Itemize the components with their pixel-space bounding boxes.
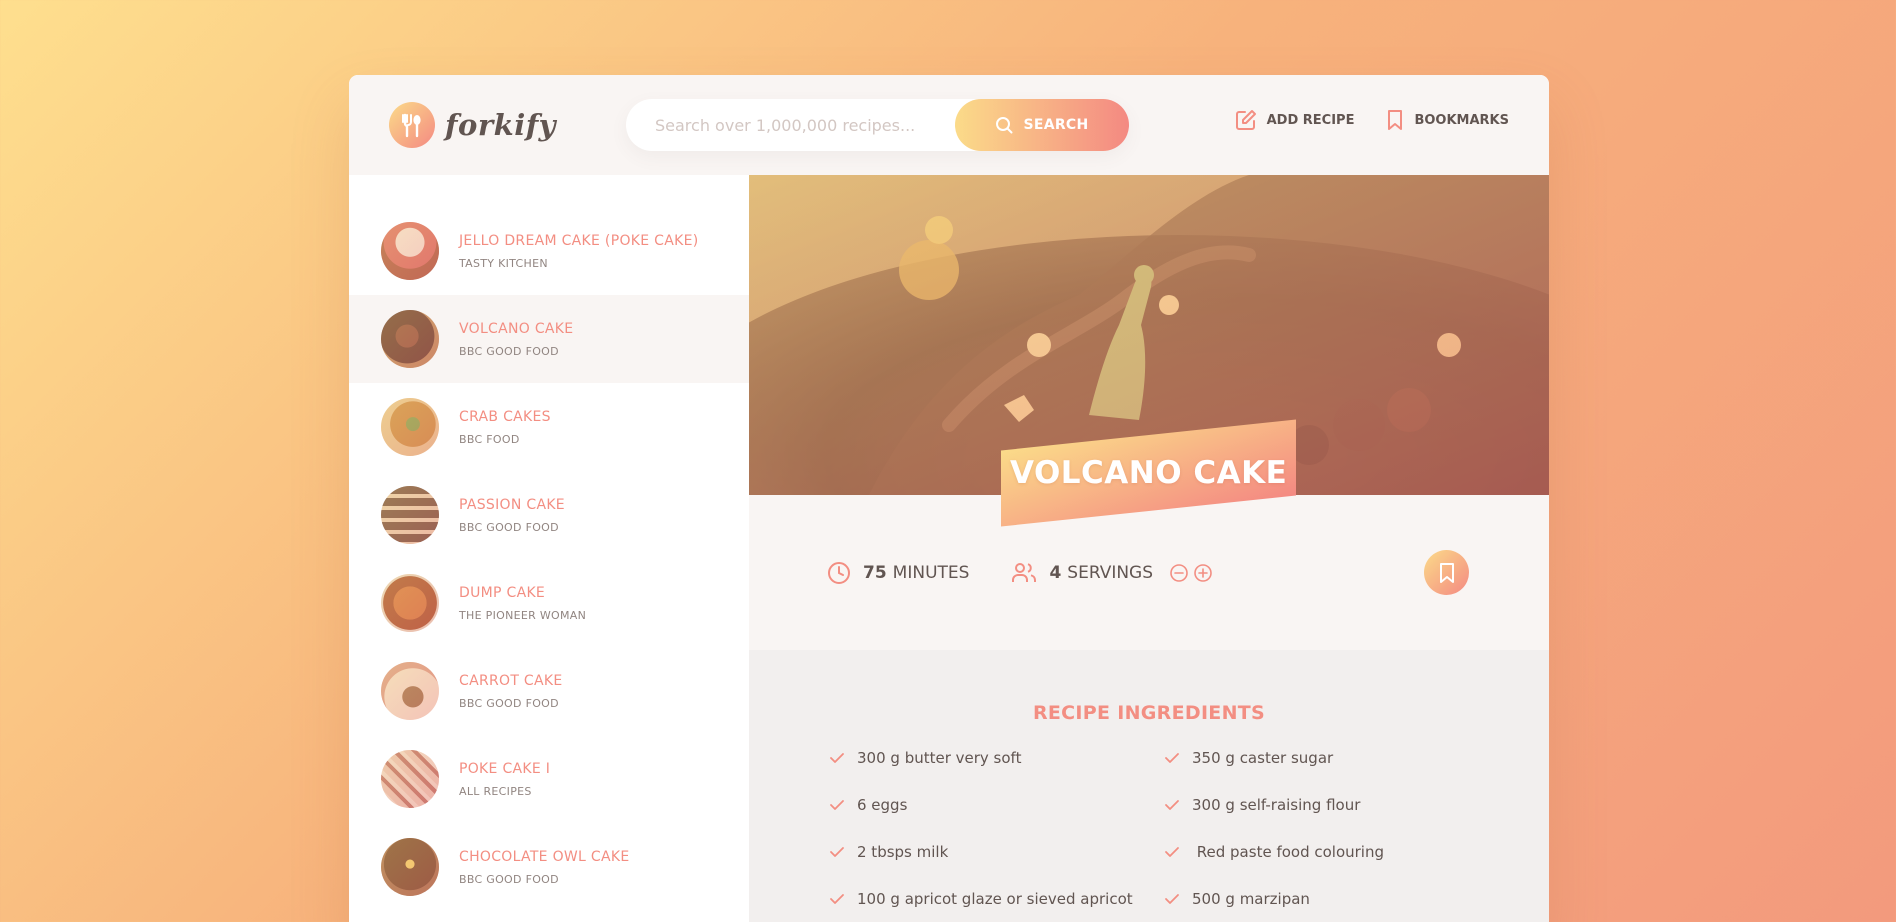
result-publisher: BBC GOOD FOOD: [459, 520, 559, 534]
recipe-thumbnail: [381, 310, 439, 368]
ingredient-item: 100 g apricot glaze or sieved apricot: [829, 889, 1164, 908]
ingredient-text: 100 g apricot glaze or sieved apricot: [857, 889, 1133, 908]
recipe-thumbnail: [381, 750, 439, 808]
result-item[interactable]: CARROT CAKE BBC GOOD FOOD: [349, 647, 749, 735]
ingredient-item: 2 tbsps milk: [829, 842, 1164, 861]
logo[interactable]: forkify: [389, 102, 556, 148]
search-icon: [996, 117, 1013, 134]
result-title: VOLCANO CAKE: [459, 320, 574, 337]
result-publisher: BBC GOOD FOOD: [459, 344, 559, 358]
ingredient-text: 300 g self-raising flour: [1192, 795, 1361, 814]
servings: 4 SERVINGS: [1011, 561, 1153, 585]
check-icon: [1165, 752, 1179, 763]
recipe-thumbnail: [381, 486, 439, 544]
result-publisher: BBC FOOD: [459, 432, 520, 446]
check-icon: [1165, 846, 1179, 857]
ingredient-item: 300 g butter very soft: [829, 748, 1164, 767]
ingredient-text: 500 g marzipan: [1192, 889, 1310, 908]
result-publisher: BBC GOOD FOOD: [459, 696, 559, 710]
bookmarks-button[interactable]: BOOKMARKS: [1386, 109, 1509, 131]
add-recipe-button[interactable]: ADD RECIPE: [1235, 109, 1355, 131]
check-icon: [830, 846, 844, 857]
logo-text: forkify: [445, 108, 557, 142]
result-item[interactable]: POKE CAKE I ALL RECIPES: [349, 735, 749, 823]
result-title: CARROT CAKE: [459, 672, 563, 689]
minutes-label: MINUTES: [892, 562, 970, 583]
check-icon: [830, 752, 844, 763]
recipe-thumbnail: [381, 574, 439, 632]
result-publisher: TASTY KITCHEN: [459, 256, 548, 270]
ingredient-item: 350 g caster sugar: [1164, 748, 1479, 767]
minutes-value: 75: [863, 562, 887, 583]
search-input[interactable]: [626, 115, 955, 135]
servings-label: SERVINGS: [1067, 562, 1154, 583]
result-item[interactable]: JELLO DREAM CAKE (POKE CAKE) TASTY KITCHE…: [349, 207, 749, 295]
ingredient-item: 300 g self-raising flour: [1164, 795, 1479, 814]
result-title: POKE CAKE I: [459, 760, 551, 777]
ingredient-text: 6 eggs: [857, 795, 908, 814]
result-title: CHOCOLATE OWL CAKE: [459, 848, 630, 865]
ingredient-text: 350 g caster sugar: [1192, 748, 1334, 767]
recipe-thumbnail: [381, 222, 439, 280]
ingredient-item: 6 eggs: [829, 795, 1164, 814]
servings-value: 4: [1049, 562, 1062, 583]
search-button[interactable]: SEARCH: [955, 99, 1129, 151]
search-form: SEARCH: [626, 99, 1129, 151]
plus-circle-icon[interactable]: [1193, 563, 1213, 583]
check-icon: [830, 893, 844, 904]
result-item[interactable]: CHOCOLATE OWL CAKE BBC GOOD FOOD: [349, 823, 749, 911]
ingredient-text: Red paste food colouring: [1192, 842, 1385, 861]
ingredient-item: Red paste food colouring: [1164, 842, 1479, 861]
recipe-thumbnail: [381, 398, 439, 456]
bookmarks-label: BOOKMARKS: [1414, 112, 1509, 128]
result-title: CRAB CAKES: [459, 408, 551, 425]
ingredient-text: 300 g butter very soft: [857, 748, 1022, 767]
clock-icon: [828, 561, 850, 584]
nav: ADD RECIPE BOOKMARKS: [1235, 109, 1509, 131]
recipe-view: VOLCANO CAKE 75 MINUTES 4 SERVINGS RECIP…: [749, 175, 1549, 922]
recipe-details: 75 MINUTES 4 SERVINGS: [749, 495, 1549, 650]
result-item[interactable]: PASSION CAKE BBC GOOD FOOD: [349, 471, 749, 559]
result-publisher: THE PIONEER WOMAN: [459, 608, 587, 622]
result-title: PASSION CAKE: [459, 496, 565, 513]
search-button-label: SEARCH: [1023, 117, 1089, 133]
result-title: DUMP CAKE: [459, 584, 546, 601]
edit-icon: [1235, 110, 1256, 130]
result-item[interactable]: CRAB CAKES BBC FOOD: [349, 383, 749, 471]
app-container: forkify SEARCH ADD RECIPE: [349, 75, 1549, 922]
cooking-time: 75 MINUTES: [827, 561, 969, 585]
servings-controls: [1169, 563, 1213, 583]
bookmark-icon: [1439, 562, 1454, 583]
check-icon: [830, 799, 844, 810]
result-publisher: BBC GOOD FOOD: [459, 872, 559, 886]
check-icon: [1165, 893, 1179, 904]
ingredients-list: 300 g butter very soft 350 g caster suga…: [829, 748, 1479, 908]
ingredients-heading: RECIPE INGREDIENTS: [1032, 702, 1266, 724]
result-item[interactable]: DUMP CAKE THE PIONEER WOMAN: [349, 559, 749, 647]
bookmark-recipe-button[interactable]: [1424, 550, 1469, 595]
check-icon: [1165, 799, 1179, 810]
add-recipe-label: ADD RECIPE: [1266, 112, 1355, 128]
recipe-title: VOLCANO CAKE: [1009, 455, 1288, 492]
result-title: JELLO DREAM CAKE (POKE CAKE): [459, 232, 699, 249]
search-results: JELLO DREAM CAKE (POKE CAKE) TASTY KITCHE…: [349, 175, 749, 922]
recipe-thumbnail: [381, 838, 439, 896]
ingredient-item: 500 g marzipan: [1164, 889, 1479, 908]
result-item[interactable]: VOLCANO CAKE BBC GOOD FOOD: [349, 295, 749, 383]
result-publisher: ALL RECIPES: [459, 784, 532, 798]
bookmark-icon: [1388, 110, 1403, 130]
minus-circle-icon[interactable]: [1169, 563, 1189, 583]
ingredient-text: 2 tbsps milk: [857, 842, 949, 861]
ingredients-section: RECIPE INGREDIENTS 300 g butter very sof…: [749, 650, 1549, 922]
fork-spoon-icon: [389, 102, 435, 148]
users-icon: [1012, 562, 1037, 582]
header: forkify SEARCH ADD RECIPE: [349, 75, 1549, 175]
recipe-thumbnail: [381, 662, 439, 720]
